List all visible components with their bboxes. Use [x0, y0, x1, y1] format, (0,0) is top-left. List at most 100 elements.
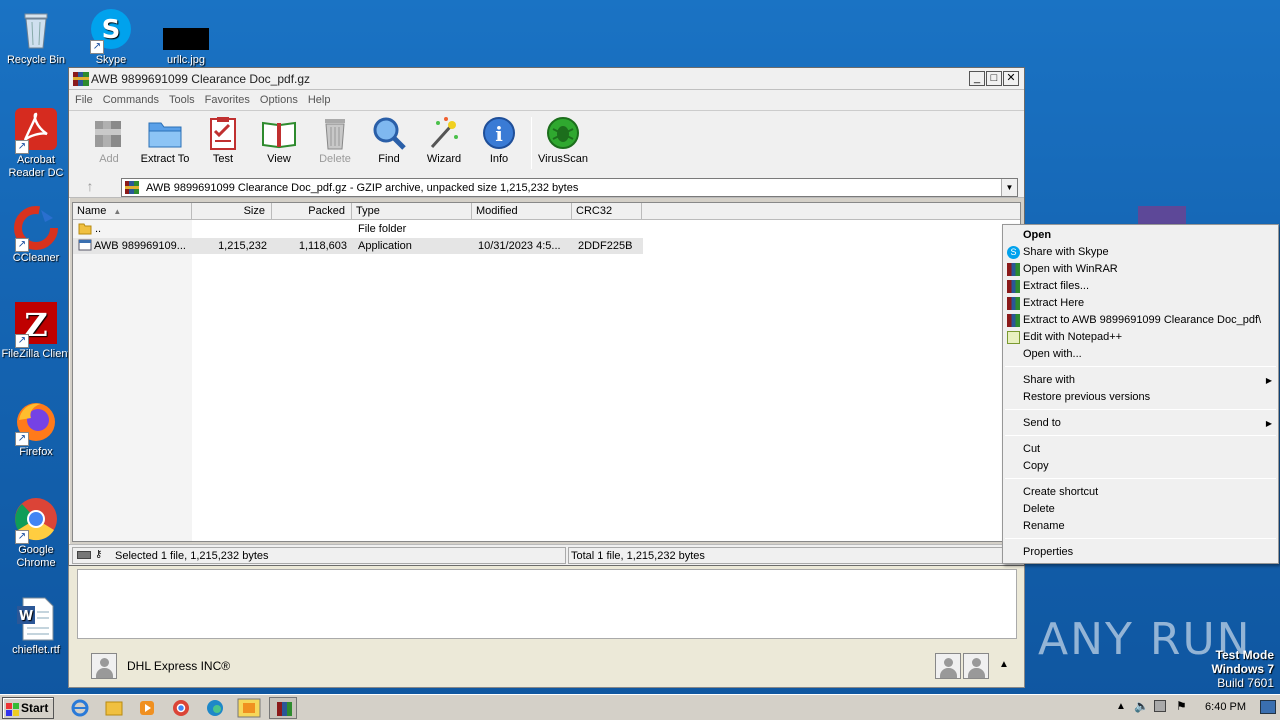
desktop-icon-acrobat[interactable]: ↗ Acrobat Reader DC	[0, 106, 72, 180]
menu-commands[interactable]: Commands	[103, 94, 159, 106]
desktop-icon-filezilla[interactable]: Z ↗ FileZilla Client	[0, 300, 72, 361]
menu-separator	[1005, 435, 1276, 436]
tool-label: Delete	[319, 153, 351, 165]
menu-separator	[1005, 409, 1276, 410]
shortcut-arrow-icon: ↗	[15, 530, 29, 544]
desktop-icon-chrome[interactable]: ↗ Google Chrome	[0, 496, 72, 570]
menu-tools[interactable]: Tools	[169, 94, 195, 106]
column-name[interactable]: Name ▲	[73, 203, 192, 220]
info-icon: i	[481, 115, 517, 151]
winrar-icon	[1007, 314, 1020, 327]
desktop-icon-label: Firefox	[19, 446, 53, 458]
tool-label: Wizard	[426, 153, 462, 165]
menu-item-delete[interactable]: Delete	[1003, 501, 1278, 518]
maximize-button[interactable]: □	[986, 71, 1002, 86]
desktop-icon-chieflet[interactable]: W chieflet.rtf	[0, 596, 72, 657]
add-button[interactable]: Add	[81, 115, 137, 166]
start-button[interactable]: Start	[2, 697, 54, 719]
desktop-icon-label: urllc.jpg	[167, 54, 205, 66]
message-area[interactable]	[77, 569, 1017, 639]
winrar-icon	[1007, 263, 1020, 276]
row-type: Application	[358, 240, 412, 252]
menu-item-extract-here[interactable]: Extract Here	[1003, 295, 1278, 312]
test-icon	[205, 115, 241, 151]
column-modified[interactable]: Modified	[472, 203, 572, 220]
show-desktop-icon[interactable]	[1260, 700, 1276, 714]
tray-overflow-icon[interactable]: ▲	[1116, 701, 1126, 712]
dropdown-arrow-icon[interactable]: ▼	[1001, 179, 1017, 196]
menu-item-create-shortcut[interactable]: Create shortcut	[1003, 484, 1278, 501]
menu-item-restore-previous-versions[interactable]: Restore previous versions	[1003, 389, 1278, 406]
menu-item-extract-files[interactable]: Extract files...	[1003, 278, 1278, 295]
outlook-icon[interactable]	[235, 697, 263, 719]
column-crc32[interactable]: CRC32	[572, 203, 642, 220]
table-row[interactable]: AWB 989969109... 1,215,232 1,118,603 App…	[73, 238, 643, 254]
winrar-taskbar-icon[interactable]	[269, 697, 297, 719]
menu-item-edit-with-notepadpp[interactable]: Edit with Notepad++	[1003, 329, 1278, 346]
skype-icon: S ↗	[88, 6, 134, 54]
tool-label: Extract To	[140, 153, 190, 165]
desktop-icon-skype[interactable]: S ↗ Skype	[75, 6, 147, 67]
flag-notification-icon[interactable]: ⚑	[1176, 699, 1187, 713]
tool-label: Info	[489, 153, 509, 165]
desktop-icon-urllc[interactable]: urllc.jpg	[150, 6, 222, 67]
menu-item-open-with-winrar[interactable]: Open with WinRAR	[1003, 261, 1278, 278]
menu-item-extract-to-folder[interactable]: Extract to AWB 9899691099 Clearance Doc_…	[1003, 312, 1278, 329]
desktop-icon-recycle-bin[interactable]: Recycle Bin	[0, 6, 72, 67]
menu-item-share-with-skype[interactable]: S Share with Skype	[1003, 244, 1278, 261]
virusscan-button[interactable]: VirusScan	[535, 115, 591, 166]
wizard-button[interactable]: Wizard	[416, 115, 472, 166]
column-type[interactable]: Type	[352, 203, 472, 220]
menu-item-properties[interactable]: Properties	[1003, 544, 1278, 561]
word-document-icon: W	[13, 596, 59, 642]
menu-favorites[interactable]: Favorites	[205, 94, 250, 106]
status-total: Total 1 file, 1,215,232 bytes	[571, 550, 705, 562]
column-packed[interactable]: Packed	[272, 203, 352, 220]
drive-icon	[77, 551, 91, 559]
svg-text:S: S	[102, 15, 121, 45]
row-crc32: 2DDF225B	[578, 240, 633, 252]
find-button[interactable]: Find	[361, 115, 417, 166]
menu-item-send-to[interactable]: Send to ▶	[1003, 415, 1278, 432]
address-field[interactable]: AWB 9899691099 Clearance Doc_pdf.gz - GZ…	[121, 178, 1018, 197]
desktop-icon-label: CCleaner	[12, 252, 60, 264]
volume-icon[interactable]: 🔈	[1134, 699, 1149, 713]
edge-icon[interactable]	[201, 697, 229, 719]
sort-ascending-icon: ▲	[113, 207, 122, 216]
column-size[interactable]: Size	[192, 203, 272, 220]
title-bar[interactable]: AWB 9899691099 Clearance Doc_pdf.gz _ □ …	[69, 68, 1024, 90]
menu-file[interactable]: File	[75, 94, 93, 106]
info-button[interactable]: i Info	[471, 115, 527, 166]
chrome-taskbar-icon[interactable]	[167, 697, 195, 719]
menu-item-open-with[interactable]: Open with...	[1003, 346, 1278, 363]
menu-options[interactable]: Options	[260, 94, 298, 106]
folder-up-icon	[78, 221, 92, 237]
extract-to-button[interactable]: Extract To	[137, 115, 193, 166]
desktop-icon-label: Skype	[95, 54, 127, 66]
delete-button[interactable]: Delete	[307, 115, 363, 166]
network-icon[interactable]	[1154, 700, 1166, 712]
view-button[interactable]: View	[251, 115, 307, 166]
close-button[interactable]: ✕	[1003, 71, 1019, 86]
menu-item-copy[interactable]: Copy	[1003, 458, 1278, 475]
file-list-header: Name ▲ Size Packed Type Modified CRC32	[73, 203, 1020, 220]
menu-help[interactable]: Help	[308, 94, 331, 106]
context-menu: Open S Share with Skype Open with WinRAR …	[1002, 224, 1279, 564]
desktop-icon-firefox[interactable]: ↗ Firefox	[0, 398, 72, 459]
media-player-icon[interactable]	[133, 697, 161, 719]
file-explorer-icon[interactable]	[100, 697, 128, 719]
minimize-button[interactable]: _	[969, 71, 985, 86]
up-arrow-icon[interactable]: ↑	[75, 179, 105, 195]
menu-item-open[interactable]: Open	[1003, 227, 1278, 244]
clock[interactable]: 6:40 PM	[1205, 701, 1246, 713]
toolbar: Add Extract To Test View Delete Find Wiz…	[69, 110, 1024, 176]
desktop-icon-ccleaner[interactable]: ↗ CCleaner	[0, 204, 72, 265]
menu-item-rename[interactable]: Rename	[1003, 518, 1278, 535]
table-row[interactable]: .. File folder	[73, 221, 643, 237]
collapse-chevron-icon[interactable]: ▲	[999, 659, 1009, 670]
menu-item-share-with[interactable]: Share with ▶	[1003, 372, 1278, 389]
internet-explorer-icon[interactable]	[66, 697, 94, 719]
test-button[interactable]: Test	[195, 115, 251, 166]
menu-item-cut[interactable]: Cut	[1003, 441, 1278, 458]
row-name: AWB 989969109...	[94, 240, 186, 252]
